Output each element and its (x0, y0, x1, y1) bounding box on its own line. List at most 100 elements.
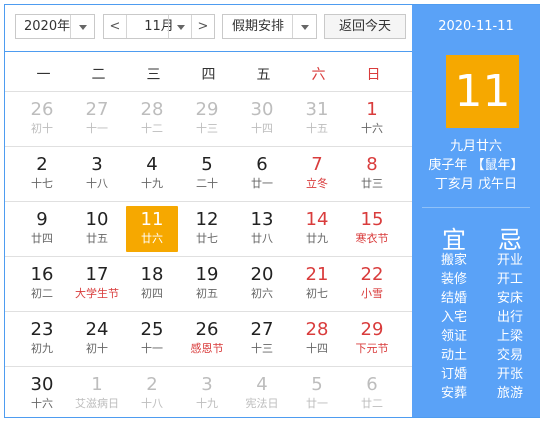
day-cell[interactable]: 6 廿一 (236, 151, 288, 197)
day-cell[interactable]: 8 廿三 (346, 151, 398, 197)
lunar-label: 廿五 (86, 232, 108, 245)
year-select[interactable]: 2020年 (15, 14, 95, 39)
day-cell[interactable]: 27 十三 (236, 316, 288, 362)
day-number: 12 (195, 209, 219, 230)
ganzhi-year: 庚子年 【鼠年】 (428, 158, 524, 173)
ji-item: 开张 (496, 367, 523, 382)
selected-day-number: 11 (454, 66, 511, 117)
day-cell[interactable]: 3 十九 (181, 371, 233, 417)
day-number: 30 (30, 374, 54, 395)
day-cell[interactable]: 5 廿一 (291, 371, 343, 417)
day-number: 3 (91, 154, 103, 175)
day-cell[interactable]: 2 十七 (16, 151, 68, 197)
yi-item: 装修 (440, 272, 467, 287)
weekday-label-saturday: 六 (311, 67, 326, 83)
lunar-label: 十九 (141, 177, 163, 190)
day-number: 1 (366, 99, 378, 120)
day-cell[interactable]: 7 立冬 (291, 151, 343, 197)
yi-item: 入宅 (440, 310, 467, 325)
day-cell[interactable]: 29 下元节 (346, 316, 398, 362)
day-cell[interactable]: 29 十三 (181, 96, 233, 142)
day-cell[interactable]: 16 初二 (16, 261, 68, 307)
day-cell-selected[interactable]: 11 廿六 (126, 206, 178, 252)
day-cell[interactable]: 15 寒衣节 (346, 206, 398, 252)
day-cell[interactable]: 14 廿九 (291, 206, 343, 252)
day-cell[interactable]: 23 初九 (16, 316, 68, 362)
weekday-label: 一 (36, 67, 51, 83)
lunar-label: 初六 (251, 287, 273, 300)
ji-list: 开业 开工 安床 出行 上梁 交易 开张 旅游 (488, 251, 532, 403)
day-cell[interactable]: 1 艾滋病日 (71, 371, 123, 417)
back-to-today-button[interactable]: 返回今天 (324, 14, 406, 39)
day-number: 6 (366, 374, 378, 395)
weekday-label: 三 (146, 67, 161, 83)
day-number: 16 (30, 264, 54, 285)
day-cell[interactable]: 10 廿五 (71, 206, 123, 252)
yi-list: 搬家 装修 结婚 入宅 领证 动土 订婚 安葬 (432, 251, 476, 403)
day-number: 29 (360, 319, 384, 340)
day-cell[interactable]: 6 廿二 (346, 371, 398, 417)
ji-item: 上梁 (496, 329, 523, 344)
day-number: 20 (250, 264, 274, 285)
day-cell[interactable]: 30 十四 (236, 96, 288, 142)
day-cell[interactable]: 4 宪法日 (236, 371, 288, 417)
day-cell[interactable]: 2 十八 (126, 371, 178, 417)
lunar-label: 廿三 (361, 177, 383, 190)
lunar-label: 初五 (196, 287, 218, 300)
day-cell[interactable]: 5 二十 (181, 151, 233, 197)
calendar-main: 2020年 < 11月 > 假期安排 返回今天 一 二 三 四 五 六 日 26… (5, 5, 412, 417)
day-cell[interactable]: 3 十八 (71, 151, 123, 197)
week-row: 2 十七 3 十八 4 十九 5 二十 6 廿一 7 立冬 8 廿三 (5, 146, 412, 200)
day-cell[interactable]: 9 廿四 (16, 206, 68, 252)
day-cell[interactable]: 27 十一 (71, 96, 123, 142)
day-number: 3 (201, 374, 213, 395)
lunar-label: 下元节 (355, 342, 389, 355)
yi-title: 宜 (442, 226, 466, 254)
day-cell[interactable]: 12 廿七 (181, 206, 233, 252)
day-number: 18 (140, 264, 164, 285)
month-select[interactable]: < 11月 > (103, 14, 215, 39)
day-cell[interactable]: 21 初七 (291, 261, 343, 307)
lunar-label: 十八 (86, 177, 108, 190)
day-cell[interactable]: 31 十五 (291, 96, 343, 142)
day-cell[interactable]: 18 初四 (126, 261, 178, 307)
chevron-down-icon (70, 15, 94, 38)
lunar-label: 廿八 (251, 232, 273, 245)
day-number: 22 (360, 264, 384, 285)
weekday-label: 五 (256, 67, 271, 83)
day-number: 28 (140, 99, 164, 120)
day-cell[interactable]: 24 初十 (71, 316, 123, 362)
day-cell[interactable]: 4 十九 (126, 151, 178, 197)
lunar-label: 廿一 (306, 397, 328, 410)
day-number: 25 (140, 319, 164, 340)
day-number: 5 (311, 374, 323, 395)
day-cell[interactable]: 22 小雪 (346, 261, 398, 307)
day-number: 13 (250, 209, 274, 230)
prev-month-button[interactable]: < (104, 15, 127, 38)
lunar-label: 廿七 (196, 232, 218, 245)
day-cell[interactable]: 26 感恩节 (181, 316, 233, 362)
year-select-value: 2020年 (24, 19, 71, 34)
yi-item: 搬家 (440, 253, 467, 268)
day-cell[interactable]: 1 十六 (346, 96, 398, 142)
week-row: 26 初十 27 十一 28 十二 29 十三 30 十四 31 十五 1 十六 (5, 91, 412, 145)
holiday-select[interactable]: 假期安排 (222, 14, 317, 39)
day-cell[interactable]: 28 十二 (126, 96, 178, 142)
day-cell[interactable]: 20 初六 (236, 261, 288, 307)
lunar-date: 九月廿六 (449, 139, 502, 154)
day-number: 31 (305, 99, 329, 120)
day-number: 15 (360, 209, 384, 230)
day-cell[interactable]: 19 初五 (181, 261, 233, 307)
day-cell[interactable]: 30 十六 (16, 371, 68, 417)
day-cell[interactable]: 13 廿八 (236, 206, 288, 252)
lunar-label: 廿二 (361, 397, 383, 410)
day-number: 27 (85, 99, 109, 120)
day-cell[interactable]: 25 十一 (126, 316, 178, 362)
day-cell[interactable]: 26 初十 (16, 96, 68, 142)
day-cell[interactable]: 28 十四 (291, 316, 343, 362)
day-number: 29 (195, 99, 219, 120)
yi-item: 结婚 (440, 291, 467, 306)
day-cell[interactable]: 17 大学生节 (71, 261, 123, 307)
next-month-button[interactable]: > (191, 15, 214, 38)
lunar-label: 初九 (31, 342, 53, 355)
